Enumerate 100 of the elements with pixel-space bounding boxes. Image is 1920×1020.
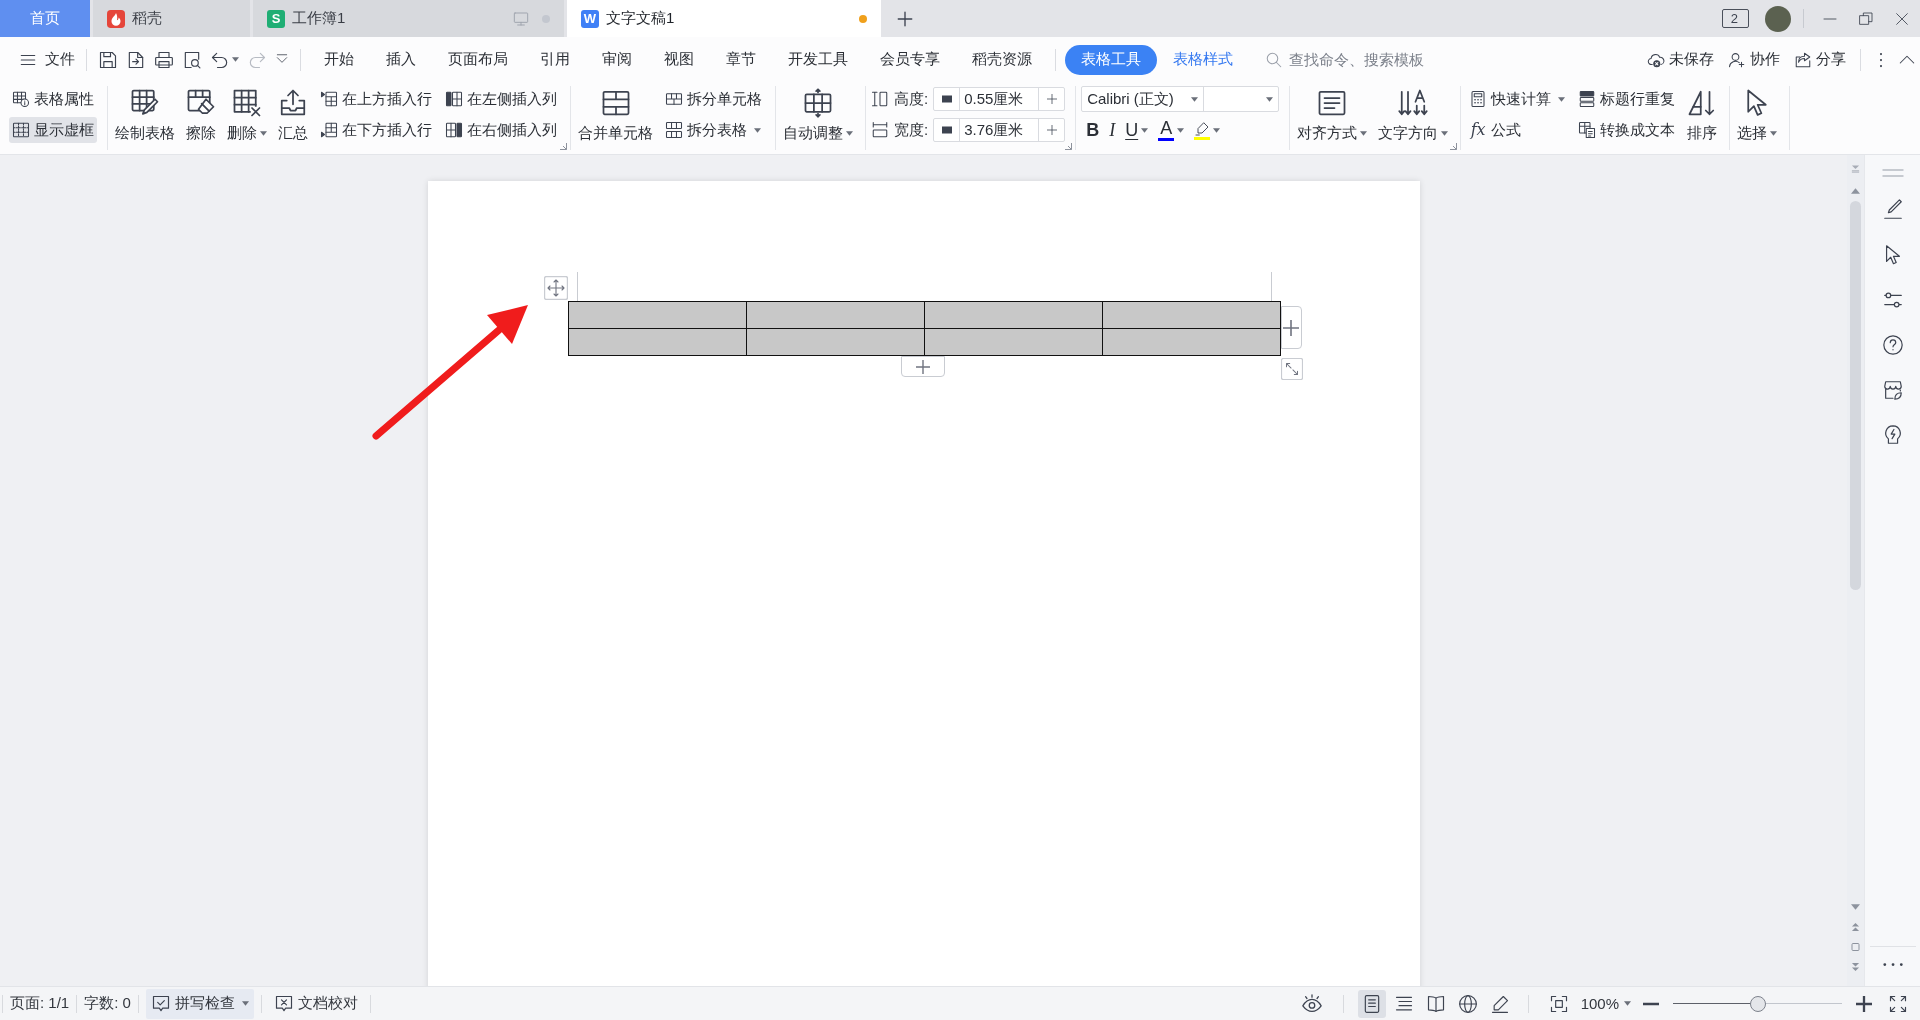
ribbon-button[interactable]: 在下方插入行 [317,117,435,143]
menu-tab[interactable]: 表格工具 [1065,44,1157,75]
corner-arrow-icon[interactable] [560,143,567,150]
insert-row-below-icon [320,121,338,139]
pen-icon[interactable] [1881,199,1904,221]
share-button[interactable]: 分享 [1787,44,1853,75]
search-field[interactable]: 查找命令、搜索模板 [1289,49,1433,70]
number-field[interactable]: 0.55厘米 [933,87,1066,111]
table-cell[interactable] [1102,328,1280,356]
menu-tab[interactable]: 审阅 [586,44,648,75]
double-down-icon[interactable] [1851,963,1860,971]
save-icon[interactable] [98,49,118,70]
menu-tab[interactable]: 表格样式 [1157,44,1249,75]
document-arrow-icon[interactable] [126,49,146,70]
corner-arrow-icon[interactable] [1450,143,1458,150]
collaborate-button[interactable]: 协作 [1721,44,1787,75]
proofread-button[interactable]: 文档校对 [268,988,363,1019]
ribbon-button[interactable]: 自动调整 [781,86,855,148]
scroll-down-icon[interactable] [1851,903,1860,911]
menu-tab[interactable]: 插入 [370,44,432,75]
ribbon-button[interactable]: 转换成文本 [1575,117,1679,143]
print-icon[interactable] [154,49,174,70]
ribbon-button[interactable]: 擦除 [184,86,218,148]
table-cell[interactable] [568,301,746,329]
caret-icon [1213,127,1221,133]
ribbon-button[interactable]: 拆分单元格 [662,86,765,112]
ribbon-button[interactable]: 合并单元格 [576,86,655,148]
eye-icon[interactable] [1300,992,1323,1015]
ribbon-button[interactable]: 对齐方式 [1295,86,1370,148]
print-preview-icon[interactable] [182,49,202,70]
menu-tab[interactable]: 开发工具 [772,44,864,75]
menu-tab[interactable]: 开始 [308,44,370,75]
table-cell[interactable] [924,301,1102,329]
ribbon-button[interactable]: 在左侧插入列 [442,86,560,112]
ribbon-button[interactable]: fx 公式 [1466,117,1569,143]
caret-icon [1441,130,1449,136]
square-icon[interactable] [1851,943,1860,951]
double-up-icon[interactable] [1851,923,1860,931]
bold-button[interactable]: B [1083,117,1103,143]
resize-handle[interactable] [1280,358,1303,380]
table-cell[interactable] [746,301,924,329]
document-tab[interactable]: 稻壳 [93,0,250,37]
table-cell[interactable] [568,328,746,356]
save-status-button[interactable]: 未保存 [1640,44,1721,75]
corner-arrow-icon[interactable] [1065,143,1073,150]
ribbon-button[interactable]: 汇总 [276,86,310,148]
field-label: 高度: [894,89,929,109]
slider-thumb[interactable] [1749,995,1766,1012]
table-cell[interactable] [746,328,924,356]
move-handle[interactable] [543,276,568,300]
underline-button[interactable]: U [1122,117,1152,143]
table-cell[interactable] [1102,301,1280,329]
scroll-up-icon[interactable] [1851,187,1860,195]
ribbon-button[interactable]: 标题行重复 [1575,86,1679,112]
caret-icon[interactable] [232,57,239,62]
menu-tab[interactable]: 稻壳资源 [956,44,1048,75]
ribbon-button[interactable]: 在右侧插入列 [442,117,560,143]
menu-tab[interactable]: 引用 [524,44,586,75]
view-mode-button[interactable] [1357,989,1386,1018]
font-color-button[interactable]: A [1155,117,1188,143]
menu-tab[interactable]: 章节 [710,44,772,75]
add-row-button[interactable] [900,356,945,377]
italic-button[interactable]: I [1106,117,1119,143]
ribbon-button[interactable]: 显示虚框 [9,117,97,143]
split-handle-icon[interactable] [1851,165,1860,173]
avatar[interactable] [1765,5,1791,32]
merge-cells-icon [600,88,631,118]
close-icon[interactable] [1894,10,1910,27]
restore-icon[interactable] [1858,10,1874,27]
drag-handle-icon[interactable] [1881,169,1904,177]
document-tab[interactable]: S 工作簿1 [253,0,564,37]
menu-tab[interactable]: 会员专享 [864,44,956,75]
file-menu-button[interactable]: 文件 [17,44,79,75]
vertical-scrollbar[interactable] [1847,155,1864,986]
ribbon-button[interactable]: 排序 [1685,86,1720,148]
frame-corners-icon[interactable] [1548,993,1569,1014]
add-column-button[interactable] [1280,306,1302,349]
menu-tab[interactable]: 视图 [648,44,710,75]
ribbon-button[interactable]: 选择 [1735,86,1780,148]
fullscreen-icon[interactable] [1888,993,1908,1014]
zoom-level-dropdown[interactable]: 100% [1576,995,1635,1012]
ribbon-button[interactable]: 绘制表格 [113,86,177,148]
table-cell[interactable] [924,328,1102,356]
ribbon-button[interactable]: 快速计算 [1466,86,1569,112]
plus-icon[interactable] [896,9,914,28]
insert-column-right-icon [445,121,463,139]
menu-tab[interactable]: 页面布局 [432,44,524,75]
ribbon-button[interactable]: 拆分表格 [662,117,765,143]
ribbon-button[interactable]: 文字方向 [1376,86,1451,148]
document-tab[interactable]: W 文字文稿1 [567,0,881,37]
ribbon-button[interactable]: 在上方插入行 [317,86,435,112]
ribbon-button[interactable]: 表格属性 [9,86,97,112]
scroll-thumb[interactable] [1850,201,1861,590]
plus-icon[interactable] [1856,995,1872,1012]
ribbon-button[interactable]: 删除 [225,86,269,148]
window-switch-button[interactable]: 2 [1721,9,1749,28]
store-icon[interactable] [1881,379,1904,401]
spell-check-button[interactable]: 拼写检查 [145,988,254,1019]
help-icon[interactable] [1881,334,1904,356]
number-field[interactable]: 3.76厘米 [933,118,1066,142]
